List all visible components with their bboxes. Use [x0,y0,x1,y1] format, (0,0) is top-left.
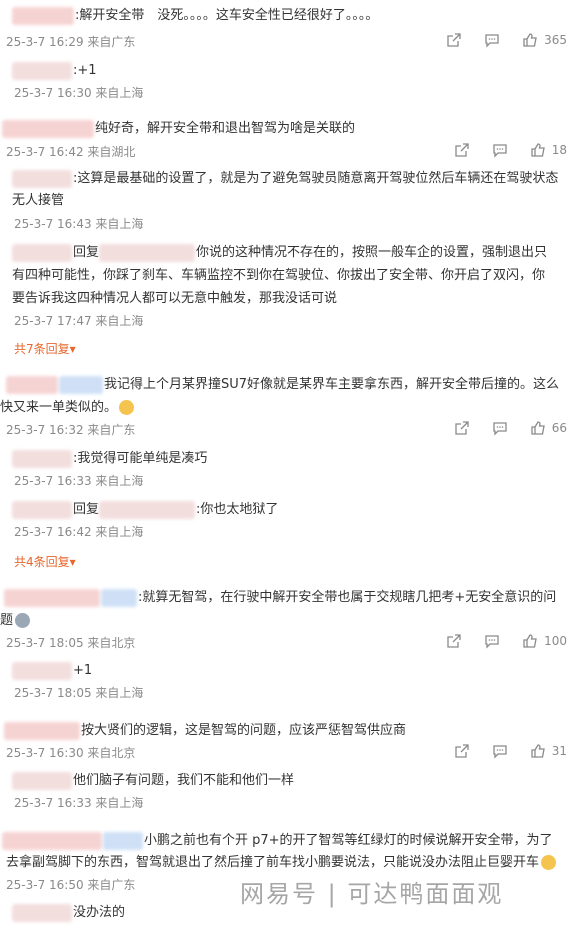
comment-text: 按大贤们的逻辑，这是智驾的问题，应该严惩智驾供应商 [81,723,407,738]
comment-meta: 25-3-7 16:42 来自湖北 [6,145,136,159]
redacted-username [4,721,80,740]
like-count: 31 [551,744,567,758]
redacted-username [12,243,72,262]
reply-prefix: 回复 [73,502,100,517]
comment-icon[interactable] [484,32,500,48]
thumbs-up-icon [531,143,545,157]
thumbs-up-icon [531,421,545,435]
comment-text: 快又来一单类似的。 [0,400,118,415]
redacted-username [2,119,94,138]
emoji-icon [15,613,31,628]
emoji-icon [541,855,557,870]
like-count: 66 [551,421,567,435]
thumbs-up-icon [531,744,545,758]
comment-text: 纯好奇，解开安全带和退出智驾为啥是关联的 [95,121,356,136]
redacted-username [12,61,72,80]
redacted-username [103,831,143,850]
redacted-username [12,6,74,25]
comment-icon[interactable] [492,420,508,436]
expand-replies-link[interactable]: 共4条回复▾ [14,553,76,571]
reply-meta: 25-3-7 17:47 来自上海 [14,314,144,328]
redacted-username [101,588,137,607]
redacted-username [12,771,72,790]
reply-meta: 25-3-7 16:43 来自上海 [14,217,144,231]
comment-icon[interactable] [484,633,500,649]
reply-text: :我觉得可能单纯是凑巧 [73,451,208,466]
like-count: 100 [544,634,567,648]
like-button[interactable]: 100 [522,633,567,649]
reply-meta: 25-3-7 16:33 来自上海 [14,474,144,488]
redacted-username [59,375,103,394]
reply-text: 没办法的 [73,905,126,920]
watermark: 网易号 | 可达鸭面面观 [240,880,504,908]
reply-text: 你说的这种情况不存在的，按照一般车企的设置，强制退出只 [196,245,548,260]
redacted-username [4,588,100,607]
like-count: 18 [551,143,567,157]
reply-text: 他们脑子有问题，我们不能和他们一样 [73,773,295,788]
reply-text: :+1 [73,63,97,78]
comment-text: 我记得上个月某界撞SU7好像就是某界车主要拿东西，解开安全带后撞的。这么 [104,377,560,392]
comment-meta: 25-3-7 16:50 来自广东 [6,878,136,892]
like-button[interactable]: 18 [530,142,567,158]
redacted-username [99,243,196,262]
redacted-username [12,661,72,680]
thumbs-up-icon [523,634,537,648]
redacted-username [6,375,58,394]
reply-meta: 25-3-7 16:33 来自上海 [14,796,144,810]
comment-text: :就算无智驾，在行驶中解开安全带也属于交规瞎几把考+无安全意识的问 [138,590,557,605]
redacted-username [12,449,72,468]
share-icon[interactable] [446,633,462,649]
like-button[interactable]: 365 [522,32,567,48]
thumbs-up-icon [523,33,537,47]
comment-text: :解开安全带 没死。。。。这车安全性已经很好了。。。。 [75,8,379,23]
emoji-icon [119,400,135,415]
comment-icon[interactable] [492,743,508,759]
comment-text: 题 [0,613,14,628]
comment-icon[interactable] [492,142,508,158]
redacted-username [99,500,196,519]
share-icon[interactable] [454,420,470,436]
reply-text: +1 [73,663,93,678]
comment-text: 去拿副驾脚下的东西，智驾就退出了然后撞了前车找小鹏要说法，只能说没办法阻止巨婴开… [6,855,540,870]
reply-meta: 25-3-7 16:42 来自上海 [14,525,144,539]
comment-meta: 25-3-7 18:05 来自北京 [6,636,136,650]
expand-replies-link[interactable]: 共7条回复▾ [14,340,76,358]
share-icon[interactable] [454,743,470,759]
reply-text: :你也太地狱了 [196,502,279,517]
reply-text: :这算是最基础的设置了，就是为了避免驾驶员随意离开驾驶位然后车辆还在驾驶状态 [73,171,559,186]
share-icon[interactable] [446,32,462,48]
redacted-username [2,831,102,850]
share-icon[interactable] [454,142,470,158]
like-button[interactable]: 31 [530,743,567,759]
reply-prefix: 回复 [73,245,100,260]
redacted-username [12,903,72,922]
comment-meta: 25-3-7 16:32 来自广东 [6,423,136,437]
like-button[interactable]: 66 [530,420,567,436]
redacted-username [12,500,72,519]
redacted-username [12,169,72,188]
like-count: 365 [544,33,567,47]
reply-text: 要告诉我这四种情况人都可以无意中触发，那我没话可说 [12,291,338,306]
reply-meta: 25-3-7 16:30 来自上海 [14,86,144,100]
reply-meta: 25-3-7 18:05 来自上海 [14,686,144,700]
comment-meta: 25-3-7 16:29 来自广东 [6,35,136,49]
reply-text: 无人接管 [12,193,65,208]
comment-text: 小鹏之前也有个开 p7+的开了智驾等红绿灯的时候说解开安全带，为了 [144,833,553,848]
comment-meta: 25-3-7 16:30 来自北京 [6,746,136,760]
